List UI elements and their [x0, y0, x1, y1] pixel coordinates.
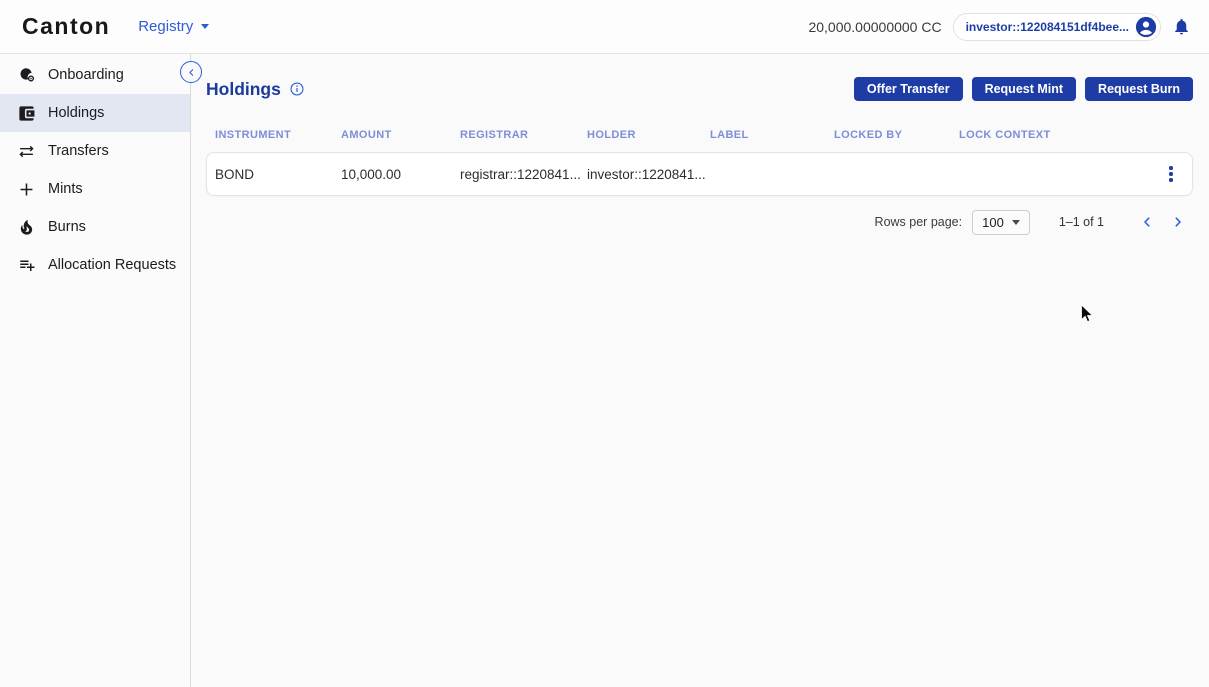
main-header: Holdings Offer Transfer Request Mint Req…: [206, 76, 1193, 102]
sidebar-item-holdings[interactable]: Holdings: [0, 94, 190, 132]
row-kebab-menu-icon[interactable]: [1158, 159, 1184, 189]
playlist-add-icon: [17, 256, 36, 275]
sidebar: Onboarding Holdings Transfers: [0, 54, 191, 687]
request-mint-button[interactable]: Request Mint: [972, 77, 1076, 101]
cell-holder: investor::1220841...: [587, 167, 710, 182]
page-title: Holdings: [206, 79, 281, 100]
user-chip[interactable]: investor::122084151df4bee...: [953, 13, 1161, 41]
chevron-down-icon: [1012, 220, 1020, 225]
app-logo: Canton: [22, 13, 110, 40]
sidebar-item-label: Burns: [48, 219, 86, 235]
flame-icon: [17, 218, 36, 237]
request-burn-button[interactable]: Request Burn: [1085, 77, 1193, 101]
column-header-registrar: REGISTRAR: [460, 129, 587, 141]
main-content: Holdings Offer Transfer Request Mint Req…: [191, 54, 1209, 687]
sidebar-item-allocation-requests[interactable]: Allocation Requests: [0, 246, 190, 284]
wallet-icon: [17, 104, 36, 123]
rows-per-page-value: 100: [982, 215, 1004, 230]
column-header-label: LABEL: [710, 129, 834, 141]
rows-per-page-label: Rows per page:: [875, 215, 963, 229]
person-gear-icon: [17, 66, 36, 85]
column-header-lock-context: LOCK CONTEXT: [959, 129, 1184, 141]
avatar-icon: [1135, 16, 1157, 38]
sidebar-item-transfers[interactable]: Transfers: [0, 132, 190, 170]
column-header-holder: HOLDER: [587, 129, 710, 141]
sidebar-item-label: Mints: [48, 181, 83, 197]
sidebar-collapse-button[interactable]: [180, 61, 202, 83]
balance-text: 20,000.00000000 CC: [808, 19, 941, 35]
topbar: Canton Registry 20,000.00000000 CC inves…: [0, 0, 1209, 54]
plus-icon: [17, 180, 36, 199]
column-header-amount: AMOUNT: [341, 129, 460, 141]
table-header-row: INSTRUMENT AMOUNT REGISTRAR HOLDER LABEL…: [206, 122, 1193, 148]
sidebar-item-label: Holdings: [48, 105, 104, 121]
action-buttons: Offer Transfer Request Mint Request Burn: [854, 77, 1193, 101]
sidebar-item-mints[interactable]: Mints: [0, 170, 190, 208]
chevron-left-icon: [186, 67, 197, 78]
table-row: BOND 10,000.00 registrar::1220841... inv…: [206, 152, 1193, 196]
column-header-locked-by: LOCKED BY: [834, 129, 959, 141]
sidebar-item-label: Allocation Requests: [48, 257, 176, 273]
cell-instrument: BOND: [215, 167, 341, 182]
rows-per-page-select[interactable]: 100: [972, 210, 1030, 235]
sidebar-item-burns[interactable]: Burns: [0, 208, 190, 246]
workspace-selector[interactable]: Registry: [138, 18, 209, 35]
info-icon[interactable]: [289, 81, 305, 97]
cell-amount: 10,000.00: [341, 167, 460, 182]
column-header-instrument: INSTRUMENT: [215, 129, 341, 141]
user-id-label: investor::122084151df4bee...: [966, 20, 1129, 34]
notifications-bell-icon[interactable]: [1172, 17, 1191, 36]
sidebar-item-onboarding[interactable]: Onboarding: [0, 56, 190, 94]
swap-arrows-icon: [17, 142, 36, 161]
cell-registrar: registrar::1220841...: [460, 167, 587, 182]
previous-page-button[interactable]: [1131, 215, 1162, 229]
sidebar-item-label: Transfers: [48, 143, 109, 159]
next-page-button[interactable]: [1162, 215, 1193, 229]
topbar-right: 20,000.00000000 CC investor::122084151df…: [808, 13, 1191, 41]
sidebar-item-label: Onboarding: [48, 67, 124, 83]
offer-transfer-button[interactable]: Offer Transfer: [854, 77, 963, 101]
chevron-down-icon: [201, 24, 209, 29]
pagination-range-label: 1–1 of 1: [1059, 215, 1104, 229]
pagination: Rows per page: 100 1–1 of 1: [206, 206, 1193, 238]
workspace-selector-label: Registry: [138, 18, 193, 35]
